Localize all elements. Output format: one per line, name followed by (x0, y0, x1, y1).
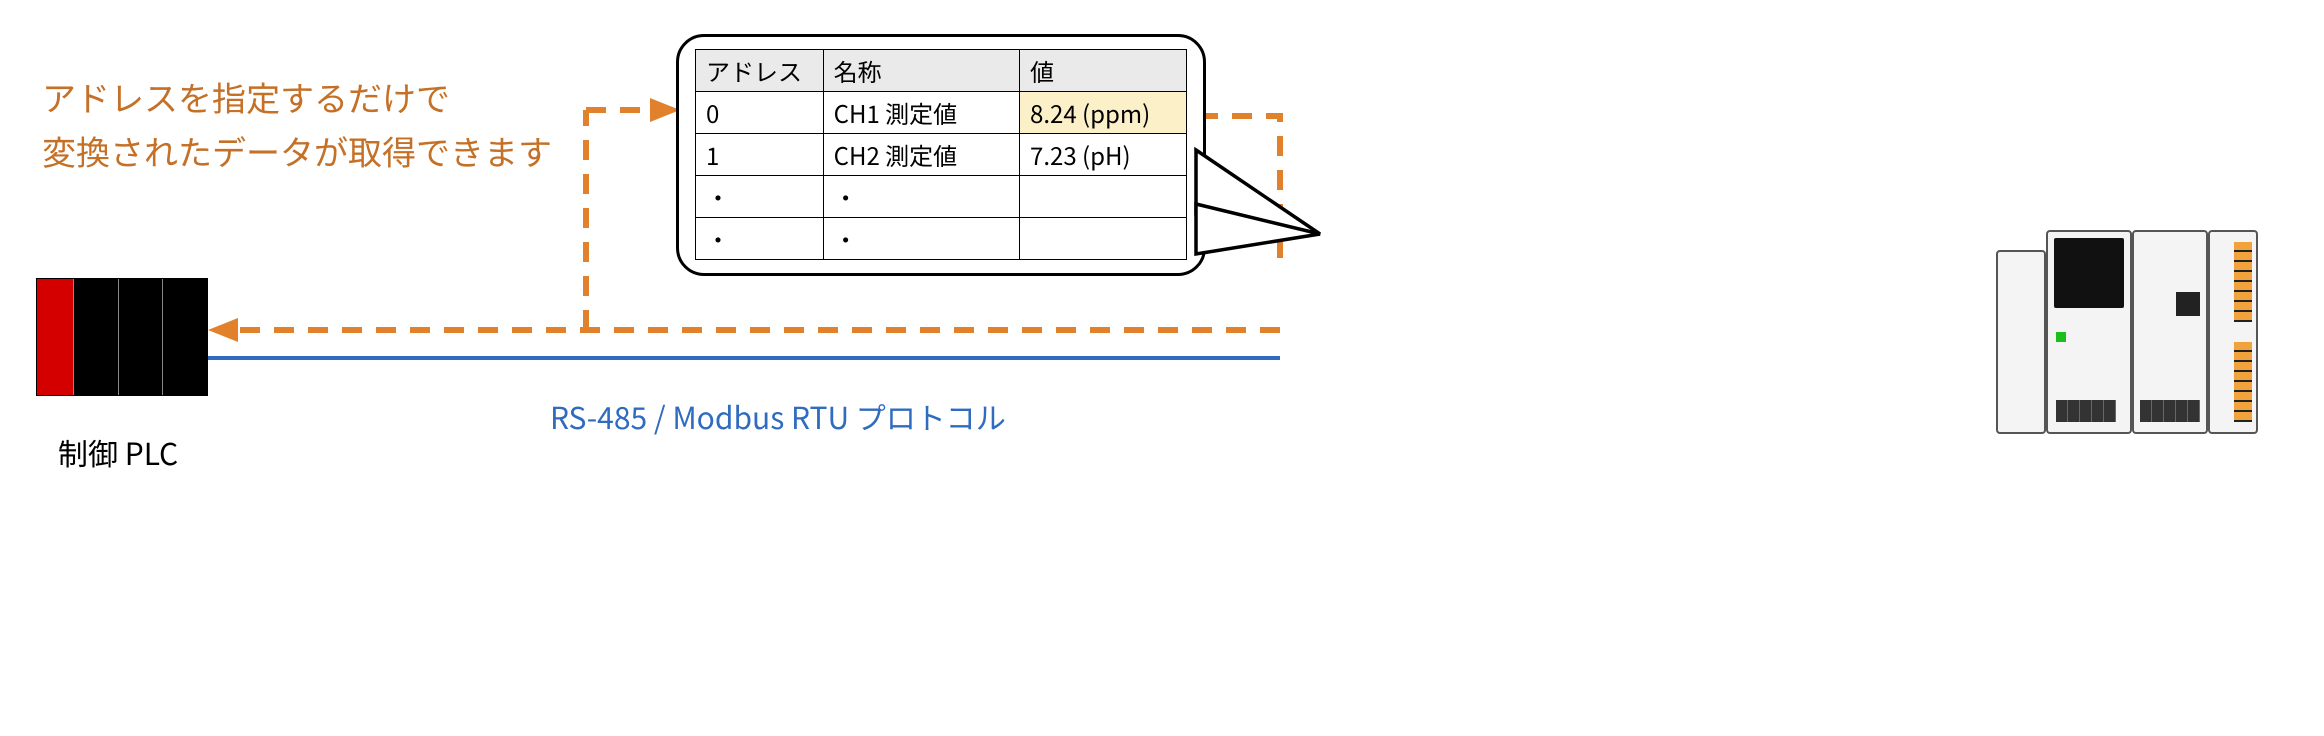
terminal-block-icon (2140, 400, 2200, 422)
arrow-left-icon (208, 318, 238, 342)
orange-terminal-icon (2234, 342, 2252, 422)
dot-icon: ・ (696, 218, 824, 260)
table-row-ellipsis: ・ ・ (696, 218, 1187, 260)
headline-caption: アドレスを指定するだけで 変換されたデータが取得できます (42, 70, 662, 179)
caption-line-2: 変換されたデータが取得できます (42, 126, 552, 175)
callout-tail-icon (1190, 144, 1350, 304)
plc-slot (118, 279, 163, 395)
control-plc (36, 278, 208, 396)
device-terminal-unit (2208, 230, 2258, 434)
table-row: 0 CH1 測定値 8.24 (ppm) (696, 92, 1187, 134)
bus-protocol-label: RS-485 / Modbus RTU プロトコル (550, 394, 1006, 438)
device-display (2054, 238, 2124, 308)
orange-terminal-icon (2234, 242, 2252, 322)
terminal-block-icon (2056, 400, 2116, 422)
ethernet-port-icon (2176, 292, 2200, 316)
plc-power-module (37, 279, 73, 395)
device-cpu-unit (2046, 230, 2132, 434)
table-row-ellipsis: ・ ・ (696, 176, 1187, 218)
dot-icon: ・ (823, 218, 1019, 260)
device-power-unit (1996, 250, 2046, 434)
table-header-row: アドレス 名称 値 (696, 50, 1187, 92)
cell-value-highlight: 8.24 (ppm) (1020, 92, 1187, 134)
table-row: 1 CH2 測定値 7.23 (pH) (696, 134, 1187, 176)
caption-line-1: アドレスを指定するだけで (42, 72, 450, 121)
cell-addr: 1 (696, 134, 824, 176)
device-io-unit (2132, 230, 2208, 434)
dot-icon: ・ (696, 176, 824, 218)
measurement-device (1996, 230, 2306, 440)
plc-label: 制御 PLC (58, 430, 178, 474)
col-name: 名称 (823, 50, 1019, 92)
cell-name: CH1 測定値 (823, 92, 1019, 134)
cell-name: CH2 測定値 (823, 134, 1019, 176)
address-table: アドレス 名称 値 0 CH1 測定値 8.24 (ppm) 1 CH2 測定値… (695, 49, 1187, 260)
bus-line (208, 356, 1280, 360)
cell-value: 7.23 (pH) (1020, 134, 1187, 176)
cell-addr: 0 (696, 92, 824, 134)
col-address: アドレス (696, 50, 824, 92)
plc-slot (162, 279, 207, 395)
col-value: 値 (1020, 50, 1187, 92)
dot-icon: ・ (823, 176, 1019, 218)
address-table-callout: アドレス 名称 値 0 CH1 測定値 8.24 (ppm) 1 CH2 測定値… (676, 34, 1206, 276)
status-led-icon (2056, 332, 2066, 342)
plc-slot (73, 279, 118, 395)
